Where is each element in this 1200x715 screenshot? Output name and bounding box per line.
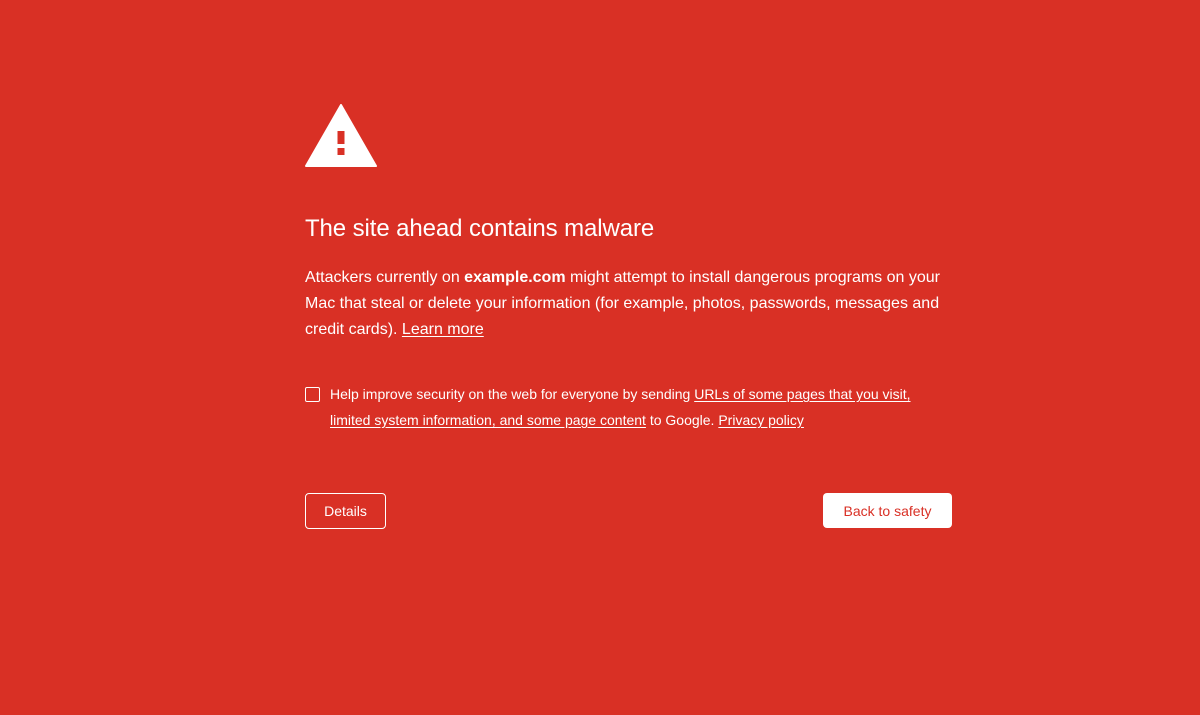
interstitial-page: The site ahead contains malware Attacker… — [0, 0, 1200, 715]
button-row: Details Back to safety — [305, 493, 953, 533]
details-button[interactable]: Details — [305, 493, 386, 529]
optin-prefix: Help improve security on the web for eve… — [330, 386, 695, 402]
interstitial-content: The site ahead contains malware Attacker… — [305, 104, 953, 533]
back-to-safety-button[interactable]: Back to safety — [823, 493, 952, 528]
privacy-policy-link[interactable]: Privacy policy — [718, 412, 804, 428]
site-domain: example.com — [464, 269, 566, 286]
optin-checkbox[interactable] — [305, 387, 320, 402]
warning-triangle-icon — [305, 104, 377, 167]
learn-more-link[interactable]: Learn more — [402, 321, 484, 338]
optin-text: Help improve security on the web for eve… — [330, 381, 953, 433]
security-optin: Help improve security on the web for eve… — [305, 381, 953, 433]
message-prefix: Attackers currently on — [305, 269, 465, 286]
optin-middle: to Google. — [645, 412, 719, 428]
page-title: The site ahead contains malware — [305, 215, 655, 242]
malware-message: Attackers currently on example.com might… — [305, 265, 945, 343]
